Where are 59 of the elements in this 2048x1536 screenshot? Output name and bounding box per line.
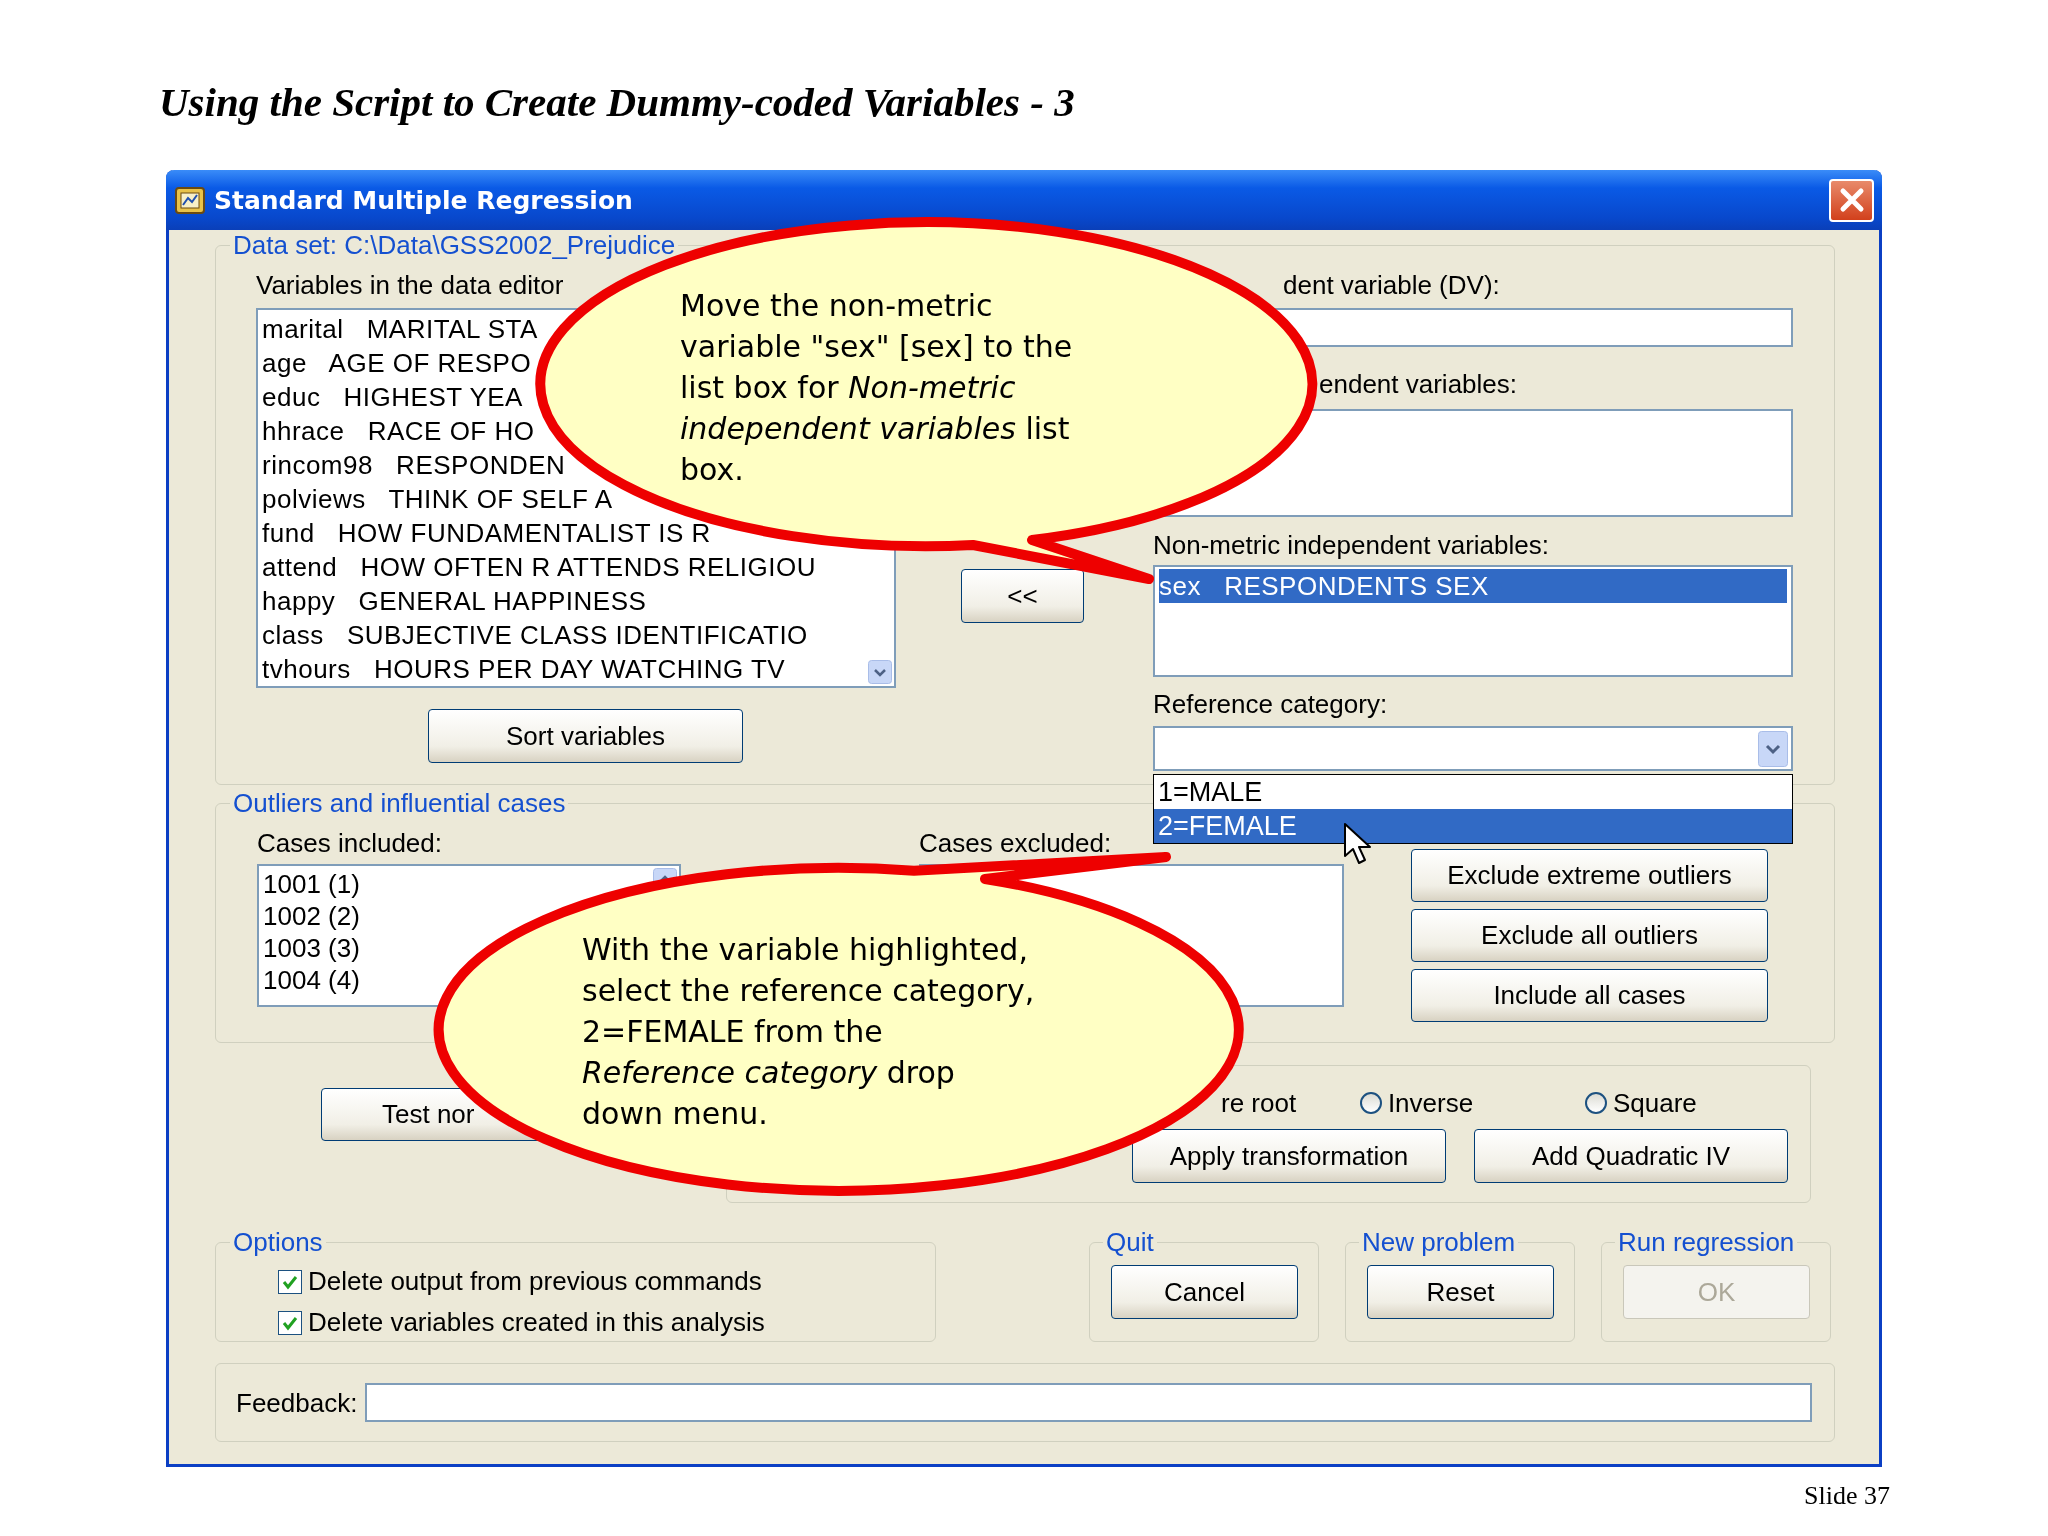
- dropdown-option[interactable]: 2=FEMALE: [1154, 809, 1792, 843]
- radio-option[interactable]: Inverse: [1359, 1087, 1585, 1119]
- list-item[interactable]: happy GENERAL HAPPINESS: [262, 584, 647, 618]
- radio-button[interactable]: [1359, 1092, 1382, 1114]
- list-item[interactable]: sex RESPONDENTS SEX: [1159, 569, 1787, 603]
- list-item[interactable]: 1002 (2): [263, 900, 360, 932]
- list-item[interactable]: 1003 (3): [263, 932, 360, 964]
- action-button[interactable]: Exclude all outliers: [1411, 909, 1768, 962]
- list-item[interactable]: 1004 (4): [263, 964, 360, 996]
- checkbox-option[interactable]: Delete variables created in this analysis: [278, 1302, 935, 1343]
- list-item[interactable]: class SUBJECTIVE CLASS IDENTIFICATIO: [262, 618, 808, 652]
- list-item[interactable]: polviews THINK OF SELF A: [262, 482, 613, 516]
- group-title: New problem: [1361, 1227, 1517, 1257]
- radio-option[interactable]: Square: [1584, 1087, 1810, 1119]
- checkbox-option[interactable]: Delete output from previous commands: [278, 1261, 935, 1302]
- radio-label: re root: [1221, 1087, 1298, 1119]
- callout-text: Move the non-metric variable "sex" [sex] to the list box for Non-metric independent variables list box.: [680, 287, 1073, 489]
- field-label: Cases excluded:: [919, 828, 1113, 858]
- list-item[interactable]: 1001 (1): [263, 868, 360, 900]
- field-label: Variables in the data editor: [256, 270, 565, 300]
- slide-title: Using the Script to Create Dummy-coded Variables - 3: [159, 78, 1075, 126]
- list-item[interactable]: rincom98 RESPONDEN: [262, 448, 566, 482]
- action-button[interactable]: Add Quadratic IV: [1474, 1129, 1788, 1183]
- sort-button[interactable]: Sort variables: [428, 709, 743, 763]
- dropdown-option[interactable]: 1=MALE: [1154, 775, 1792, 809]
- action-button[interactable]: Exclude extreme outliers: [1411, 849, 1768, 902]
- group-title: Outliers and influential cases: [232, 788, 567, 818]
- action-button[interactable]: Reset: [1367, 1265, 1554, 1319]
- list-item[interactable]: tvhours HOURS PER DAY WATCHING TV: [262, 652, 786, 686]
- field-label: Reference category:: [1153, 689, 1389, 719]
- checkbox[interactable]: [278, 1310, 302, 1335]
- action-button[interactable]: Apply transformation: [1132, 1129, 1446, 1183]
- checkbox[interactable]: [278, 1269, 302, 1294]
- field-label: dent variable (DV):: [1282, 270, 1501, 300]
- field-label: Cases included:: [257, 828, 443, 858]
- action-button[interactable]: Cancel: [1111, 1265, 1298, 1319]
- group-title: Quit: [1105, 1227, 1155, 1257]
- slide-number: Slide 37: [1804, 1481, 1890, 1510]
- app-icon: [174, 184, 206, 216]
- list-item[interactable]: fund HOW FUNDAMENTALIST IS R: [262, 516, 711, 550]
- radio-button[interactable]: [1584, 1092, 1607, 1114]
- list-item[interactable]: hhrace RACE OF HO: [262, 414, 535, 448]
- list-item[interactable]: age AGE OF RESPO: [262, 346, 532, 380]
- list-item[interactable]: attend HOW OFTEN R ATTENDS RELIGIOU: [262, 550, 816, 584]
- list-item[interactable]: marital MARITAL STA: [262, 312, 538, 346]
- nonmetric-list[interactable]: sex RESPONDENTS SEX: [1153, 565, 1793, 677]
- action-button[interactable]: Include all cases: [1411, 969, 1768, 1022]
- window-title: Standard Multiple Regression: [214, 185, 633, 215]
- close-button[interactable]: [1829, 178, 1874, 222]
- field-label: endent variables:: [1318, 369, 1519, 399]
- list-item[interactable]: educ HIGHEST YEA: [262, 380, 523, 414]
- field-label: Feedback:: [236, 1387, 358, 1418]
- group-title: Options: [232, 1227, 324, 1257]
- feedback-field[interactable]: [365, 1383, 1812, 1422]
- move-button[interactable]: <<: [961, 569, 1084, 623]
- reference-dropdown[interactable]: [1153, 726, 1793, 771]
- field-label: Non-metric independent variables:: [1153, 530, 1550, 560]
- group-title: Run regression: [1617, 1227, 1796, 1257]
- group-title: Data set: C:\Data\GSS2002_Prejudice: [232, 230, 677, 260]
